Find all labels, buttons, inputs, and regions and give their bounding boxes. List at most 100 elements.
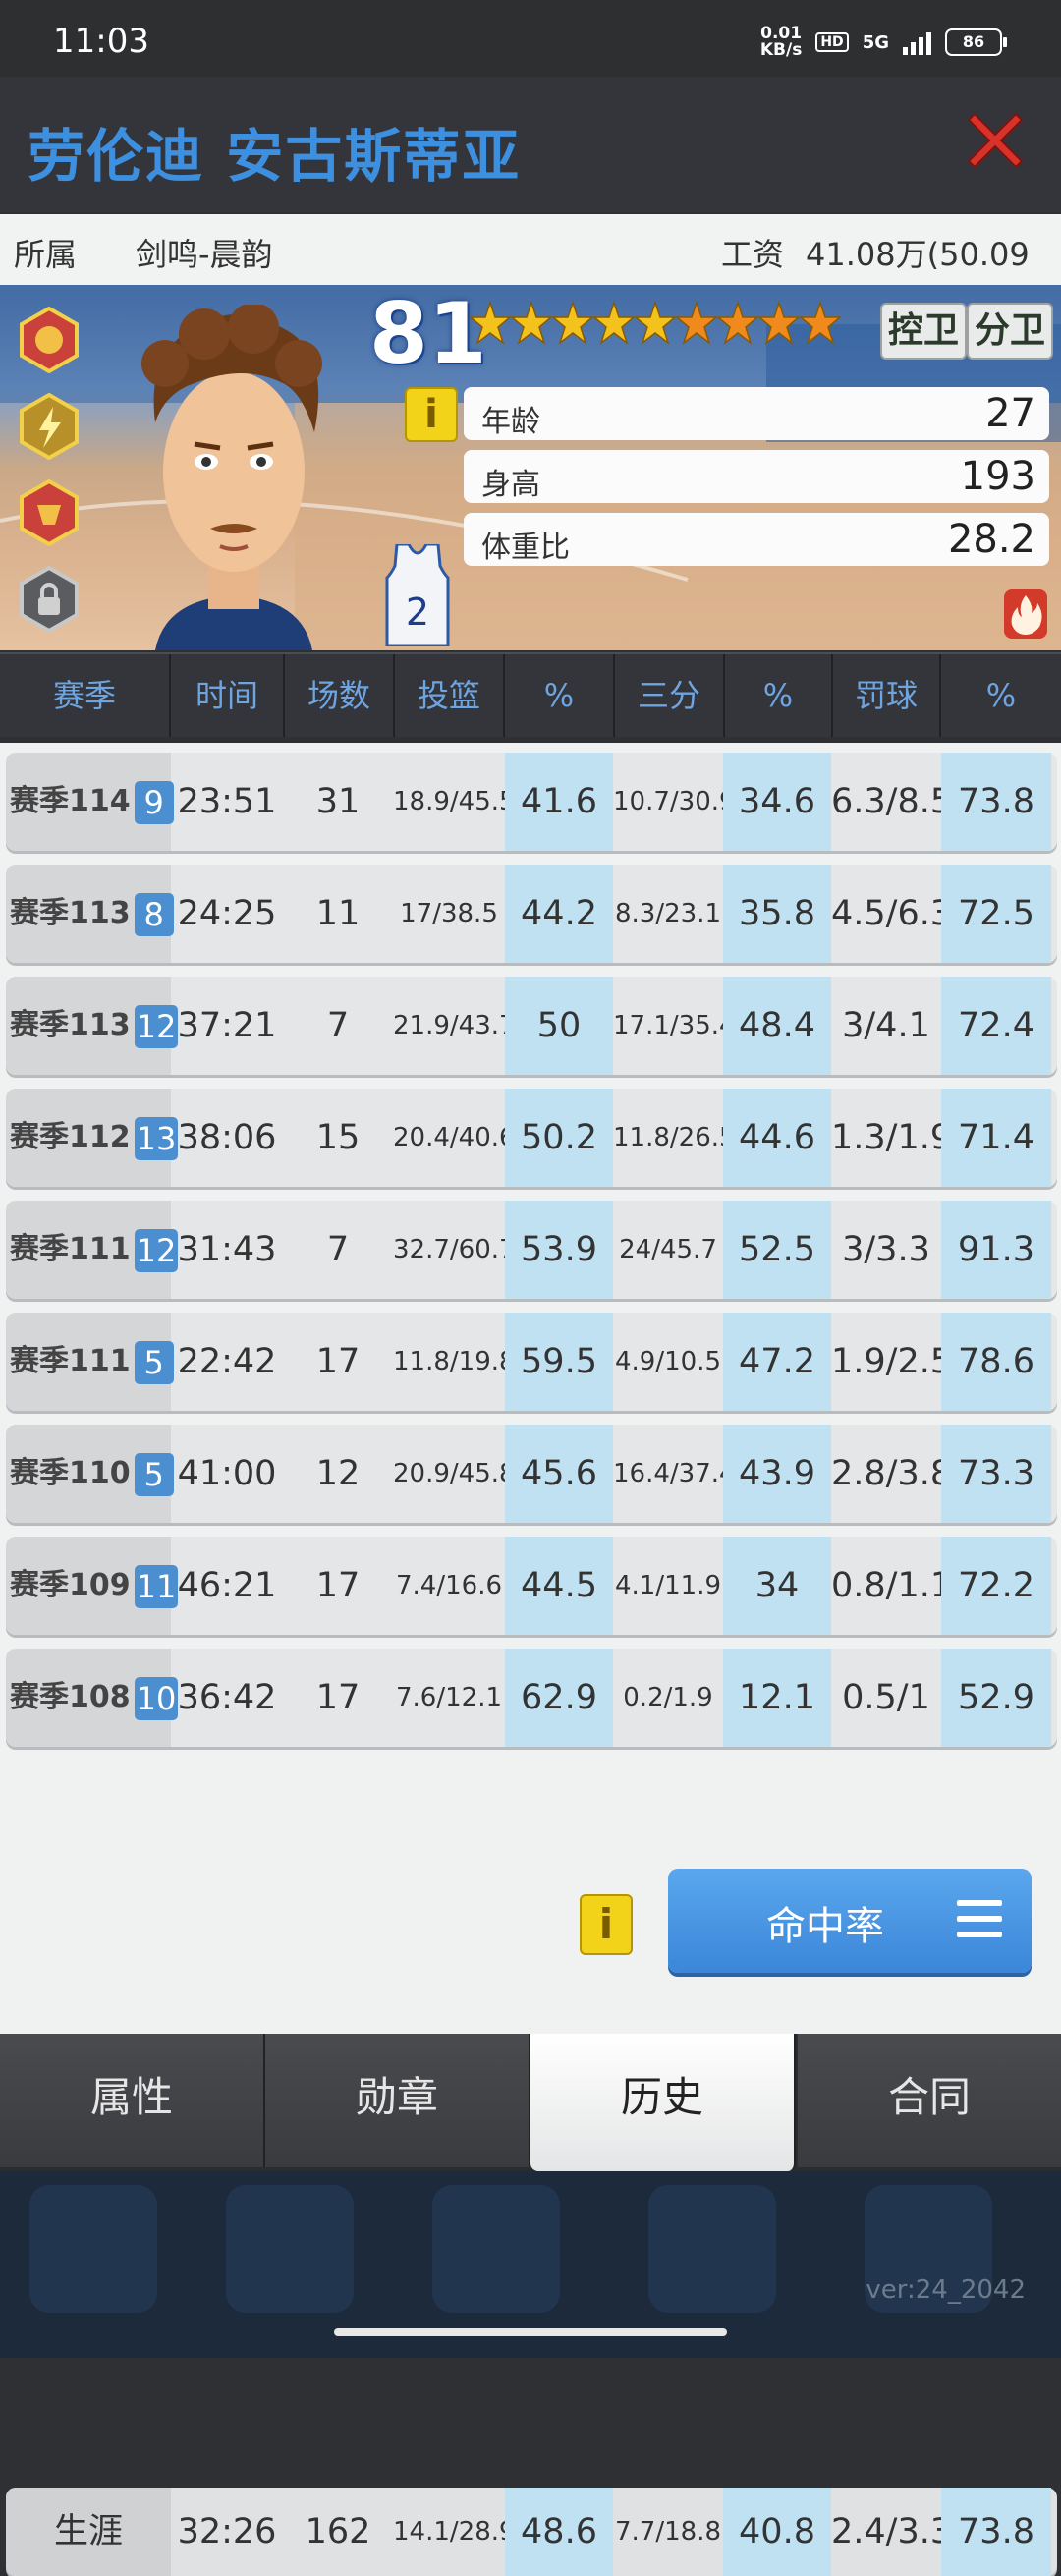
table-row[interactable]: 赛季113 8 24:25 11 17/38.5 44.2 8.3/23.1 35.8 4.5/… bbox=[6, 865, 1057, 963]
col-fg[interactable]: 投篮 bbox=[395, 654, 503, 737]
badge-skill-icon[interactable] bbox=[16, 307, 83, 373]
season-cell: 赛季109 11 bbox=[6, 1537, 179, 1635]
col-games[interactable]: 场数 bbox=[285, 654, 393, 737]
league-level-badge: 5 bbox=[134, 1452, 174, 1496]
col-ft[interactable]: 罚球 bbox=[833, 654, 939, 737]
team-value: 剑鸣-晨韵 bbox=[136, 236, 273, 273]
col-three[interactable]: 三分 bbox=[615, 654, 723, 737]
col-time[interactable]: 时间 bbox=[171, 654, 283, 737]
cell-fg: 7.6/12.1 bbox=[396, 1683, 502, 1712]
badge-locked-icon[interactable] bbox=[16, 566, 83, 633]
table-row[interactable]: 赛季108 10 36:42 17 7.6/12.1 62.9 0.2/1.9 12.1 0.5… bbox=[6, 1649, 1057, 1747]
stats-table-header: 赛季 时间 场数 投篮 % 三分 % 罚球 % bbox=[0, 652, 1061, 737]
cell-three: 4.9/10.5 bbox=[615, 1347, 721, 1376]
cell-fg-pct: 41.6 bbox=[505, 753, 613, 851]
season-cell: 赛季108 10 bbox=[6, 1649, 179, 1747]
cell-fg-pct: 50 bbox=[505, 977, 613, 1075]
cell-ft: 0.8/1.1 bbox=[831, 1566, 953, 1605]
badge-speed-icon[interactable] bbox=[16, 393, 83, 460]
network-type: 5G bbox=[862, 31, 889, 53]
table-row[interactable]: 赛季109 11 46:21 17 7.4/16.6 44.5 4.1/11.9 34 0.8/… bbox=[6, 1537, 1057, 1635]
cell-ft: 6.3/8.5 bbox=[831, 782, 953, 821]
title-bar: 劳伦迪 安古斯蒂亚 bbox=[0, 77, 1061, 212]
table-row[interactable]: 赛季113 12 37:21 7 21.9/43.7 50 17.1/35.4 48.4 3/4… bbox=[6, 977, 1057, 1075]
cell-fg-pct: 53.9 bbox=[505, 1201, 613, 1299]
career-ft-pct: 73.8 bbox=[941, 2488, 1051, 2576]
signal-icon bbox=[903, 29, 931, 55]
attr-weight-label: 体重比 bbox=[481, 531, 570, 565]
tab-attributes[interactable]: 属性 bbox=[0, 2034, 265, 2167]
nav-team-icon[interactable] bbox=[432, 2185, 560, 2313]
star-icon bbox=[800, 300, 841, 346]
table-row[interactable]: 赛季111 12 31:43 7 32.7/60.7 53.9 24/45.7 52.5 3/3… bbox=[6, 1201, 1057, 1299]
star-icon bbox=[635, 300, 676, 346]
team-label: 所属 bbox=[14, 236, 78, 273]
season-label: 赛季114 bbox=[10, 784, 131, 818]
star-icon bbox=[511, 300, 552, 346]
hit-rate-button[interactable]: 命中率 bbox=[668, 1869, 1032, 1973]
table-row[interactable]: 赛季111 5 22:42 17 11.8/19.8 59.5 4.9/10.5 47.2 1.… bbox=[6, 1313, 1057, 1411]
table-row[interactable]: 赛季110 5 41:00 12 20.9/45.8 45.6 16.4/37.4 43.9 2… bbox=[6, 1425, 1057, 1523]
cell-time: 31:43 bbox=[177, 1230, 277, 1269]
col-season[interactable]: 赛季 bbox=[0, 654, 169, 737]
nav-market-icon[interactable] bbox=[648, 2185, 776, 2313]
col-three-pct[interactable]: % bbox=[725, 654, 831, 737]
career-three-pct: 40.8 bbox=[723, 2488, 831, 2576]
stats-table-body[interactable]: 赛季114 9 23:51 31 18.9/45.5 41.6 10.7/30.9 34.6 6… bbox=[0, 743, 1061, 2576]
tab-contract[interactable]: 合同 bbox=[798, 2034, 1061, 2167]
season-label: 赛季112 bbox=[10, 1120, 131, 1154]
cell-three: 0.2/1.9 bbox=[623, 1683, 713, 1712]
jersey-icon: 2 bbox=[385, 544, 450, 646]
star-icon bbox=[758, 300, 800, 346]
table-row[interactable]: 赛季112 13 38:06 15 20.4/40.6 50.2 11.8/26.5 44.6… bbox=[6, 1089, 1057, 1187]
col-fg-pct[interactable]: % bbox=[505, 654, 613, 737]
cell-ft-pct: 72.5 bbox=[941, 865, 1051, 963]
career-fg-pct: 48.6 bbox=[505, 2488, 613, 2576]
tab-badges[interactable]: 勋章 bbox=[265, 2034, 530, 2167]
badge-defense-icon[interactable] bbox=[16, 479, 83, 546]
fire-icon[interactable] bbox=[1004, 589, 1047, 639]
nav-money-icon[interactable] bbox=[226, 2185, 354, 2313]
cell-time: 37:21 bbox=[177, 1006, 277, 1045]
cell-time: 22:42 bbox=[177, 1342, 277, 1381]
cell-three-pct: 48.4 bbox=[723, 977, 831, 1075]
cell-three: 16.4/37.4 bbox=[613, 1459, 736, 1488]
cell-ft-pct: 71.4 bbox=[941, 1089, 1051, 1187]
status-time: 11:03 bbox=[53, 22, 149, 61]
cell-fg-pct: 62.9 bbox=[505, 1649, 613, 1747]
info-icon[interactable]: i bbox=[405, 387, 458, 442]
season-label: 赛季113 bbox=[10, 896, 131, 930]
season-cell: 赛季114 9 bbox=[6, 753, 174, 851]
cell-ft-pct: 73.3 bbox=[941, 1425, 1051, 1523]
season-cell: 赛季111 12 bbox=[6, 1201, 179, 1299]
home-indicator[interactable] bbox=[334, 2328, 727, 2336]
table-row[interactable]: 赛季114 9 23:51 31 18.9/45.5 41.6 10.7/30.9 34.6 6… bbox=[6, 753, 1057, 851]
close-icon[interactable] bbox=[961, 106, 1030, 175]
cell-ft: 1.9/2.5 bbox=[831, 1342, 953, 1381]
col-ft-pct[interactable]: % bbox=[941, 654, 1061, 737]
cell-games: 31 bbox=[315, 782, 361, 821]
tab-history[interactable]: 历史 bbox=[530, 2034, 796, 2171]
jersey-number: 2 bbox=[406, 590, 429, 634]
cell-fg: 18.9/45.5 bbox=[393, 787, 516, 816]
cell-fg-pct: 59.5 bbox=[505, 1313, 613, 1411]
battery-icon: 86 bbox=[945, 28, 1007, 56]
cell-ft: 3/4.1 bbox=[842, 1006, 930, 1045]
salary-label: 工资 bbox=[721, 236, 785, 273]
attr-weight: 体重比 28.2 bbox=[464, 513, 1049, 566]
hd-icon: HD bbox=[815, 32, 849, 52]
attr-height: 身高 193 bbox=[464, 450, 1049, 503]
cell-ft-pct: 73.8 bbox=[941, 753, 1051, 851]
net-speed: 0.01 KB/s bbox=[760, 26, 802, 59]
cell-ft: 1.3/1.9 bbox=[831, 1118, 953, 1157]
cell-three: 17.1/35.4 bbox=[613, 1011, 736, 1040]
hit-rate-label: 命中率 bbox=[766, 1904, 884, 1949]
league-level-badge: 8 bbox=[134, 892, 174, 936]
cell-three: 11.8/26.5 bbox=[613, 1123, 736, 1152]
cell-games: 7 bbox=[326, 1230, 350, 1269]
attr-height-value: 193 bbox=[960, 454, 1035, 499]
season-label: 赛季108 bbox=[10, 1680, 131, 1714]
info-icon[interactable]: i bbox=[580, 1894, 633, 1955]
cell-three-pct: 52.5 bbox=[723, 1201, 831, 1299]
nav-home-icon[interactable] bbox=[29, 2185, 157, 2313]
